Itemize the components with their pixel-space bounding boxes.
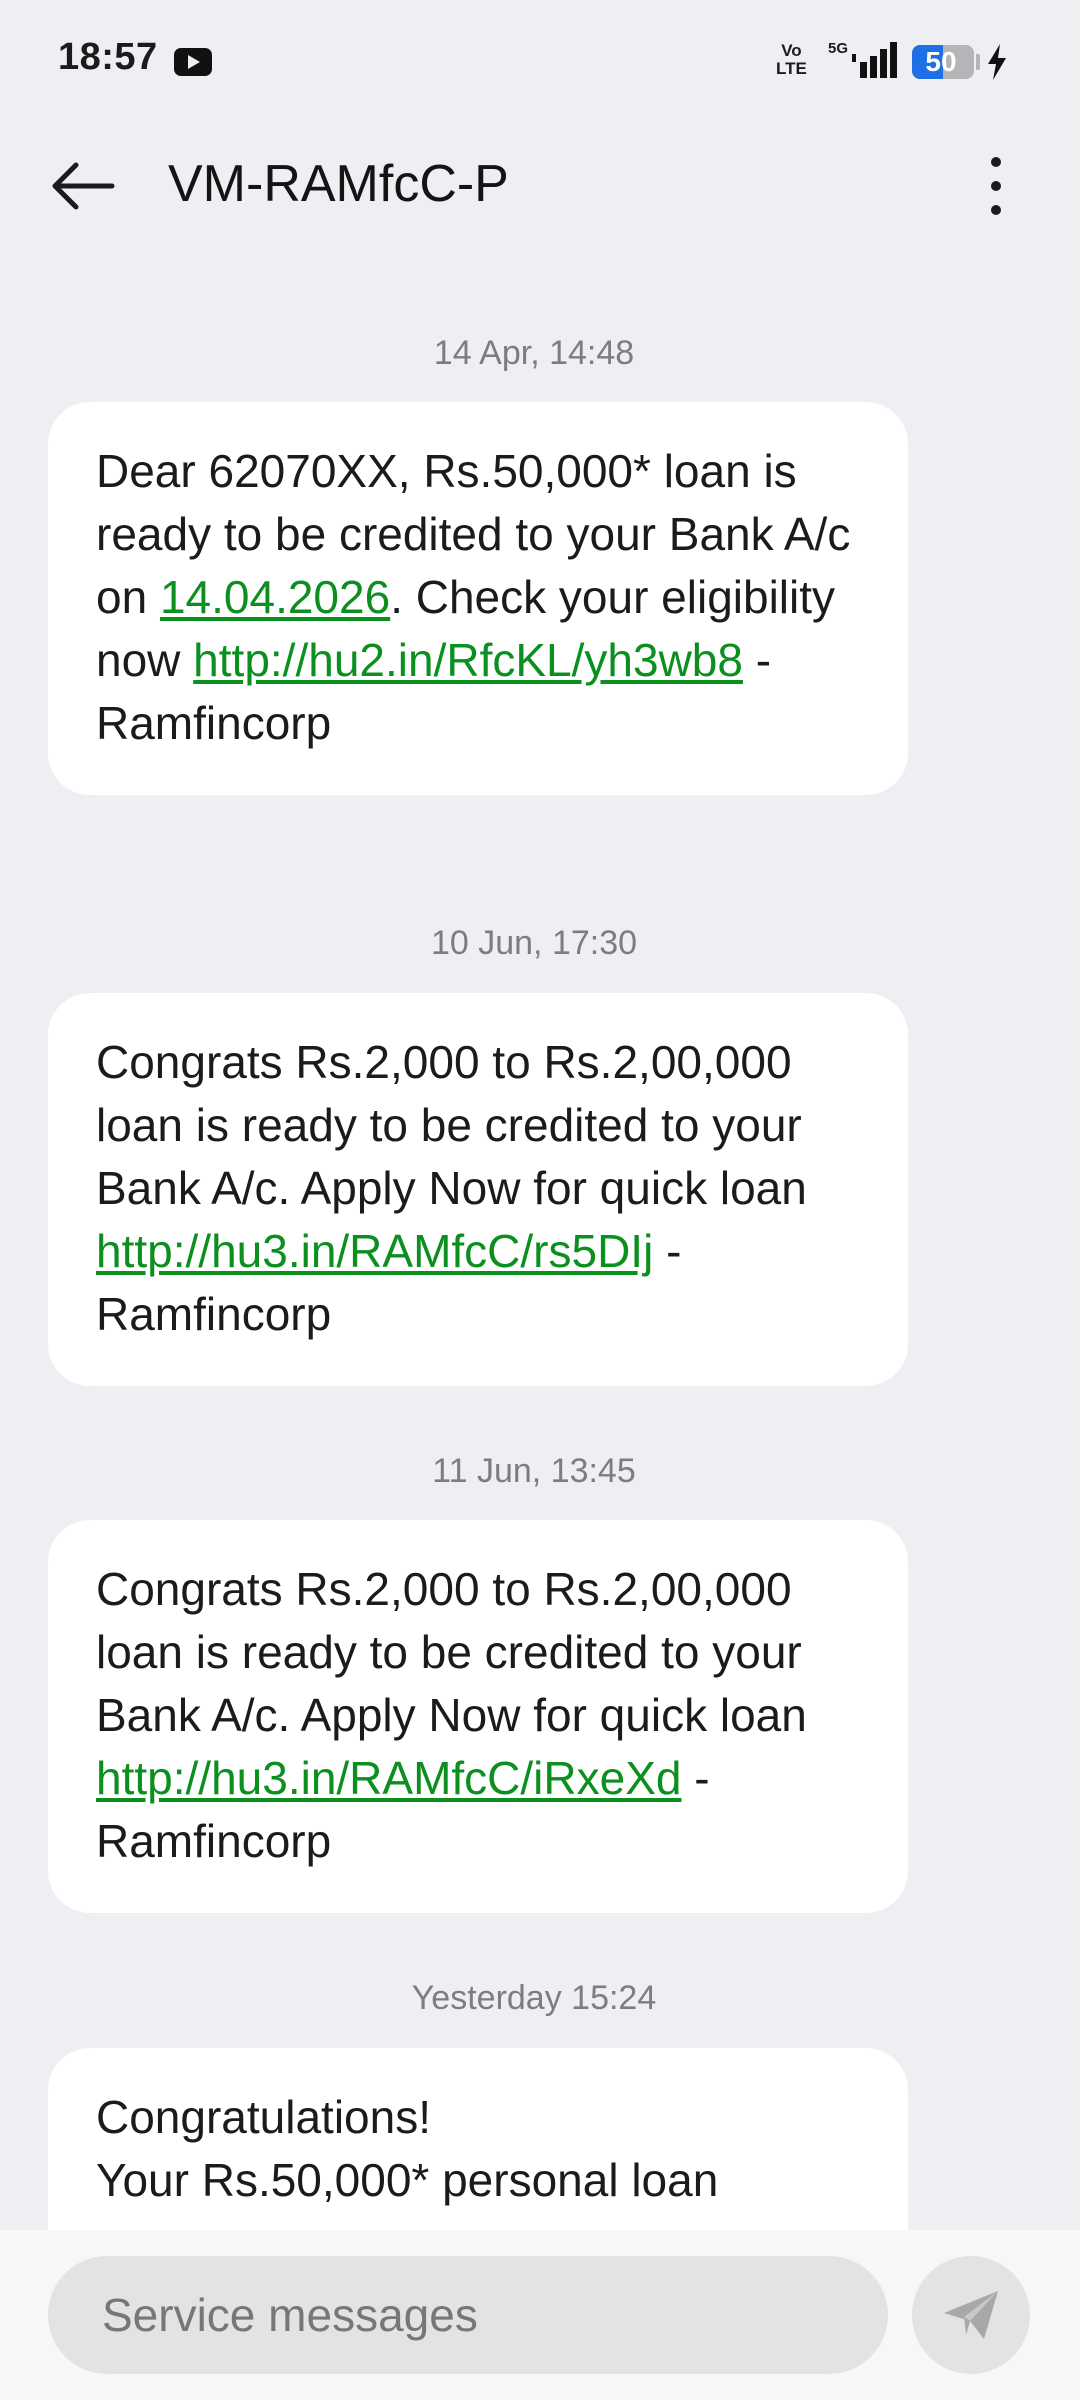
message-timestamp: 10 Jun, 17:30 [430,924,638,962]
message-url-link[interactable]: http://hu3.in/RAMfcC/iRxeXd [96,1752,681,1804]
network-type: 5G [828,40,849,57]
more-vert-icon-dot [991,181,1001,191]
conversation-title: VM-RAMfcC-P [168,155,509,213]
message-text-line: Congratulations! [96,2091,431,2143]
message-bubble[interactable]: Congratulations! Your Rs.50,000* persona… [48,2048,908,2230]
status-bar: 18:57 Vo LTE 5G 50 [0,0,1080,124]
message-bubble[interactable]: Congrats Rs.2,000 to Rs.2,00,000 loan is… [48,993,908,1386]
message-timestamp: Yesterday 15:24 [411,1979,657,2017]
message-date-link[interactable]: 14.04.2026 [160,571,390,623]
charging-icon [988,44,1006,80]
message-url-link[interactable]: http://hu3.in/RAMfcC/rs5DIj [96,1225,653,1277]
message-bubble[interactable]: Congrats Rs.2,000 to Rs.2,00,000 loan is… [48,1520,908,1913]
message-text-part: Congrats Rs.2,000 to Rs.2,00,000 loan is… [96,1036,807,1214]
send-button[interactable] [912,2256,1030,2374]
message-timestamp: 11 Jun, 13:45 [432,1452,636,1490]
message-url-link[interactable]: http://hu2.in/RfcKL/yh3wb8 [193,634,743,686]
message-text: Congrats Rs.2,000 to Rs.2,00,000 loan is… [96,1558,860,1873]
battery-cap [976,54,980,70]
battery-level: 50 [925,46,957,77]
message-bubble[interactable]: Dear 62070XX, Rs.50,000* loan is ready t… [48,402,908,795]
volte-indicator: Vo LTE [776,42,807,78]
service-messages-field[interactable]: Service messages [48,2256,888,2374]
more-vert-icon-dot [991,205,1001,215]
send-icon [944,2291,998,2339]
message-text: Dear 62070XX, Rs.50,000* loan is ready t… [96,440,860,755]
back-button[interactable] [40,150,126,222]
signal-icon [852,42,897,78]
more-vert-icon [991,157,1001,167]
arrow-left-icon [52,162,115,210]
message-text-line: Your Rs.50,000* personal loan [96,2154,719,2206]
status-time: 18:57 [58,36,158,78]
more-options-button[interactable] [970,150,1022,222]
message-timestamp: 14 Apr, 14:48 [433,334,635,372]
youtube-notification-icon [174,48,212,76]
app-bar: VM-RAMfcC-P [0,124,1080,248]
battery-icon: 50 [912,45,974,79]
volte-bottom: LTE [776,59,807,78]
volte-top: Vo [781,41,802,60]
message-text-part: Congrats Rs.2,000 to Rs.2,00,000 loan is… [96,1563,807,1741]
message-text: Congrats Rs.2,000 to Rs.2,00,000 loan is… [96,1031,860,1346]
input-bar: Service messages [0,2230,1080,2400]
message-list[interactable]: 14 Apr, 14:48 Dear 62070XX, Rs.50,000* l… [0,248,1080,2230]
